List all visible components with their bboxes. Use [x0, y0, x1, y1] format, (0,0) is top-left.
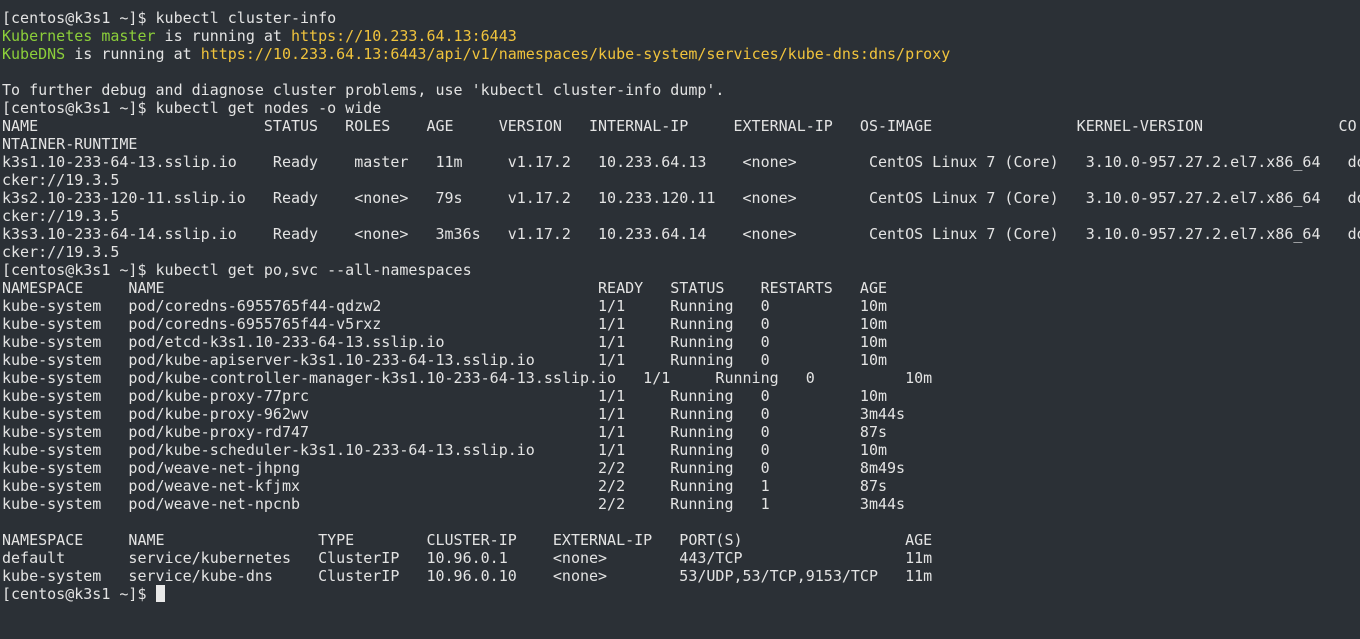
- terminal-text: k3s3.10-233-64-14.sslip.io Ready <none> …: [2, 225, 1360, 243]
- terminal-text: NAME STATUS ROLES AGE VERSION INTERNAL-I…: [2, 117, 1357, 135]
- terminal-text: k3s2.10-233-120-11.sslip.io Ready <none>…: [2, 189, 1360, 207]
- terminal-text: Kubernetes master: [2, 27, 156, 45]
- terminal-text: kube-system pod/kube-apiserver-k3s1.10-2…: [2, 351, 888, 369]
- terminal-text: kube-system pod/kube-proxy-77prc 1/1 Run…: [2, 387, 888, 405]
- terminal-text: kube-system pod/kube-proxy-rd747 1/1 Run…: [2, 423, 888, 441]
- terminal-text: is running at: [65, 45, 201, 63]
- terminal-text: To further debug and diagnose cluster pr…: [2, 81, 725, 99]
- terminal-line: Kubernetes master is running at https://…: [2, 27, 1360, 45]
- terminal-line: cker://19.3.5: [2, 207, 1360, 225]
- terminal-text: kube-system pod/kube-scheduler-k3s1.10-2…: [2, 441, 888, 459]
- terminal-line: kube-system service/kube-dns ClusterIP 1…: [2, 567, 1360, 585]
- terminal-line: kube-system pod/coredns-6955765f44-v5rxz…: [2, 315, 1360, 333]
- terminal-window[interactable]: [centos@k3s1 ~]$ kubectl cluster-info Kub…: [0, 0, 1360, 639]
- terminal-text: kube-system pod/weave-net-kfjmx 2/2 Runn…: [2, 477, 888, 495]
- terminal-text: kube-system pod/coredns-6955765f44-v5rxz…: [2, 315, 888, 333]
- terminal-line: kube-system pod/coredns-6955765f44-qdzw2…: [2, 297, 1360, 315]
- terminal-text: kube-system service/kube-dns ClusterIP 1…: [2, 567, 933, 585]
- terminal-line: NAMESPACE NAME READY STATUS RESTARTS AGE: [2, 279, 1360, 297]
- terminal-line: KubeDNS is running at https://10.233.64.…: [2, 45, 1360, 63]
- terminal-text: [centos@k3s1 ~]$ kubectl cluster-info: [2, 9, 337, 27]
- terminal-line: kube-system pod/weave-net-kfjmx 2/2 Runn…: [2, 477, 1360, 495]
- terminal-text: kube-system pod/weave-net-npcnb 2/2 Runn…: [2, 495, 906, 513]
- terminal-line: cker://19.3.5: [2, 171, 1360, 189]
- terminal-text: kube-system pod/etcd-k3s1.10-233-64-13.s…: [2, 333, 888, 351]
- terminal-text: kube-system pod/weave-net-jhpng 2/2 Runn…: [2, 459, 906, 477]
- terminal-text: default service/kubernetes ClusterIP 10.…: [2, 549, 933, 567]
- terminal-text: cker://19.3.5: [2, 207, 120, 225]
- terminal-text: kube-system pod/kube-controller-manager-…: [2, 369, 933, 387]
- terminal-text: kube-system pod/kube-proxy-962wv 1/1 Run…: [2, 405, 906, 423]
- terminal-text: KubeDNS: [2, 45, 66, 63]
- terminal-line: kube-system pod/weave-net-npcnb 2/2 Runn…: [2, 495, 1360, 513]
- terminal-text: [centos@k3s1 ~]$ kubectl get nodes -o wi…: [2, 99, 382, 117]
- terminal-text: k3s1.10-233-64-13.sslip.io Ready master …: [2, 153, 1360, 171]
- terminal-line: To further debug and diagnose cluster pr…: [2, 81, 1360, 99]
- terminal-output: [centos@k3s1 ~]$ kubectl cluster-info Kub…: [2, 9, 1360, 585]
- terminal-text: https://10.233.64.13:6443: [291, 27, 517, 45]
- terminal-text: https://10.233.64.13:6443/api/v1/namespa…: [200, 45, 951, 63]
- terminal-text: is running at: [155, 27, 291, 45]
- terminal-line: kube-system pod/kube-controller-manager-…: [2, 369, 1360, 387]
- terminal-line: [centos@k3s1 ~]$ kubectl cluster-info: [2, 9, 1360, 27]
- text-cursor: [155, 585, 165, 602]
- terminal-line: k3s2.10-233-120-11.sslip.io Ready <none>…: [2, 189, 1360, 207]
- terminal-line: NAME STATUS ROLES AGE VERSION INTERNAL-I…: [2, 117, 1360, 135]
- terminal-line: default service/kubernetes ClusterIP 10.…: [2, 549, 1360, 567]
- terminal-line: k3s3.10-233-64-14.sslip.io Ready <none> …: [2, 225, 1360, 243]
- terminal-text: cker://19.3.5: [2, 171, 120, 189]
- terminal-line: k3s1.10-233-64-13.sslip.io Ready master …: [2, 153, 1360, 171]
- terminal-text: NTAINER-RUNTIME: [2, 135, 138, 153]
- terminal-line: kube-system pod/kube-scheduler-k3s1.10-2…: [2, 441, 1360, 459]
- terminal-line: kube-system pod/kube-proxy-77prc 1/1 Run…: [2, 387, 1360, 405]
- terminal-text: kube-system pod/coredns-6955765f44-qdzw2…: [2, 297, 888, 315]
- terminal-line: kube-system pod/kube-proxy-962wv 1/1 Run…: [2, 405, 1360, 423]
- terminal-line: kube-system pod/kube-proxy-rd747 1/1 Run…: [2, 423, 1360, 441]
- terminal-text: cker://19.3.5: [2, 243, 120, 261]
- terminal-text: NAMESPACE NAME TYPE CLUSTER-IP EXTERNAL-…: [2, 531, 933, 549]
- prompt-line[interactable]: [centos@k3s1 ~]$: [2, 585, 1360, 603]
- terminal-line: kube-system pod/etcd-k3s1.10-233-64-13.s…: [2, 333, 1360, 351]
- terminal-text: [centos@k3s1 ~]$ kubectl get po,svc --al…: [2, 261, 472, 279]
- terminal-line: kube-system pod/weave-net-jhpng 2/2 Runn…: [2, 459, 1360, 477]
- terminal-line: kube-system pod/kube-apiserver-k3s1.10-2…: [2, 351, 1360, 369]
- terminal-line: cker://19.3.5: [2, 243, 1360, 261]
- terminal-line: NAMESPACE NAME TYPE CLUSTER-IP EXTERNAL-…: [2, 531, 1360, 549]
- terminal-line: NTAINER-RUNTIME: [2, 135, 1360, 153]
- terminal-line: [centos@k3s1 ~]$ kubectl get nodes -o wi…: [2, 99, 1360, 117]
- terminal-text: NAMESPACE NAME READY STATUS RESTARTS AGE: [2, 279, 888, 297]
- shell-prompt: [centos@k3s1 ~]$: [2, 585, 156, 603]
- terminal-line: [centos@k3s1 ~]$ kubectl get po,svc --al…: [2, 261, 1360, 279]
